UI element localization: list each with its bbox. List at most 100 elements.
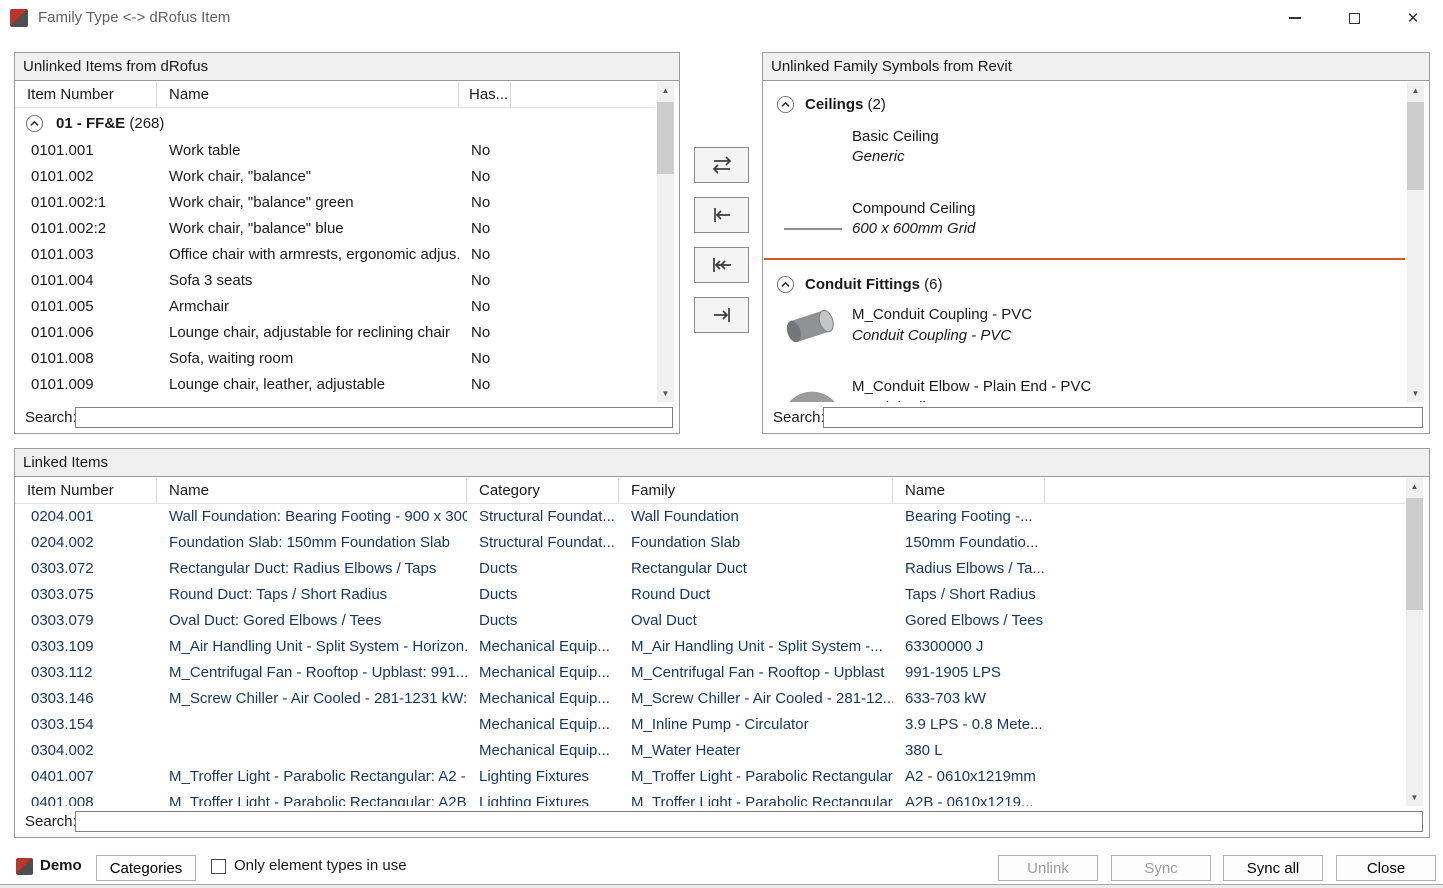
elbow-thumbnail [782,378,840,402]
scroll-up-button[interactable]: ▲ [657,82,674,99]
table-row[interactable]: 0101.001Work tableNo [15,138,655,164]
family-symbol-type: Conduit Elbow - PVC [852,399,993,402]
search-row: Search: [15,403,679,433]
table-row[interactable]: 0401.007M_Troffer Light - Parabolic Rect… [15,764,1405,790]
only-element-types-label[interactable]: Only element types in use [234,848,407,884]
close-button[interactable]: Close [1336,855,1436,881]
table-row[interactable]: 0101.002:2Work chair, "balance" blueNo [15,216,655,242]
cell-has: No [459,294,511,320]
cell-item-number: 0303.079 [27,608,157,634]
table-row[interactable]: 0204.001Wall Foundation: Bearing Footing… [15,504,1405,530]
scroll-thumb[interactable] [1407,102,1424,190]
unlink-button[interactable]: Unlink [998,855,1098,881]
scroll-down-button[interactable]: ▼ [1407,385,1424,402]
column-header-item-number[interactable]: Item Number [27,82,157,107]
cell-family: M_Air Handling Unit - Split System -... [619,634,893,660]
scroll-thumb[interactable] [657,102,674,174]
cell-item-number: 0303.112 [27,660,157,686]
collapse-group-button[interactable] [25,114,44,133]
only-element-types-checkbox[interactable] [211,859,226,874]
table-row[interactable]: 0303.109 M_Air Handling Unit - Split Syst… [15,634,1405,660]
search-input[interactable] [823,407,1423,428]
cell-name: Lounge chair, adjustable for reclining c… [157,320,459,346]
table-row[interactable]: 0101.006Lounge chair, adjustable for rec… [15,320,655,346]
group-row-conduit-fittings[interactable]: Conduit Fittings (6) [776,272,942,296]
cell-name: Work chair, "balance" green [157,190,459,216]
cell-has: No [459,372,511,398]
cell-category: Lighting Fixtures [467,764,619,790]
cell-family: M_Screw Chiller - Air Cooled - 281-12... [619,686,893,712]
cell-item-number: 0303.109 [27,634,157,660]
table-row[interactable]: 0101.003Office chair with armrests, ergo… [15,242,655,268]
cell-family-type: 633-703 kW [893,686,1045,712]
group-count: (2) [868,96,886,113]
vertical-scrollbar[interactable]: ▲ ▼ [657,82,674,402]
cell-family-type: A2B - 0610x1219... [893,790,1045,806]
column-header-item-number[interactable]: Item Number [27,478,157,503]
scroll-up-button[interactable]: ▲ [1407,82,1424,99]
table-row[interactable]: 0101.005ArmchairNo [15,294,655,320]
group-row-ffe[interactable]: 01 - FF&E (268) [15,108,164,138]
search-input[interactable] [75,407,673,428]
table-row[interactable]: 0204.002Foundation Slab: 150mm Foundatio… [15,530,1405,556]
scroll-up-button[interactable]: ▲ [1406,478,1423,495]
maximize-button[interactable] [1331,0,1377,36]
cell-name: Armchair [157,294,459,320]
vertical-scrollbar[interactable]: ▲ ▼ [1406,478,1423,806]
column-header-has[interactable]: Has... [459,82,511,107]
table-row[interactable]: 0303.072Rectangular Duct: Radius Elbows … [15,556,1405,582]
move-all-left-button[interactable] [694,247,749,283]
family-symbol-name[interactable]: Compound Ceiling [852,200,975,217]
search-input[interactable] [75,811,1423,832]
sync-button[interactable]: Sync [1111,855,1211,881]
collapse-group-button[interactable] [776,275,795,294]
minimize-button[interactable] [1272,0,1318,36]
family-symbol-name[interactable]: Basic Ceiling [852,128,939,145]
cell-family: Oval Duct [619,608,893,634]
ceiling-line-thumbnail [784,228,842,230]
swap-link-button[interactable] [694,147,749,183]
table-row[interactable]: 0101.002Work chair, "balance"No [15,164,655,190]
vertical-scrollbar[interactable]: ▲ ▼ [1407,82,1424,402]
table-row[interactable]: 0303.154Mechanical Equip...M_Inline Pump… [15,712,1405,738]
table-row[interactable]: 0101.004Sofa 3 seatsNo [15,268,655,294]
table-row[interactable]: 0304.002Mechanical Equip...M_Water Heate… [15,738,1405,764]
collapse-group-button[interactable] [776,95,795,114]
column-header-family-type-name[interactable]: Name [893,478,1045,503]
column-header-family[interactable]: Family [619,478,893,503]
family-symbol-name[interactable]: M_Conduit Coupling - PVC [852,306,1032,323]
table-row[interactable]: 0303.079Oval Duct: Gored Elbows / TeesDu… [15,608,1405,634]
close-window-button[interactable]: ✕ [1390,0,1436,36]
table-row[interactable]: 0401.008M_Troffer Light - Parabolic Rect… [15,790,1405,806]
unlinked-drofus-panel: Unlinked Items from dRofus Item Number N… [14,52,680,434]
cell-category: Ducts [467,556,619,582]
title-bar[interactable]: Family Type <-> dRofus Item ✕ [0,0,1443,36]
column-header-name[interactable]: Name [157,478,467,503]
cell-name: M_Centrifugal Fan - Rooftop - Upblast: 9… [157,660,467,686]
scroll-thumb[interactable] [1406,498,1423,610]
cell-item-number: 0101.002:2 [27,216,157,242]
cell-item-number: 0101.001 [27,138,157,164]
background-window-edge [0,884,1443,888]
table-row[interactable]: 0303.146M_Screw Chiller - Air Cooled - 2… [15,686,1405,712]
categories-button[interactable]: Categories [96,855,196,881]
family-symbol-name[interactable]: M_Conduit Elbow - Plain End - PVC [852,378,1091,395]
column-header-category[interactable]: Category [467,478,619,503]
move-selected-left-button[interactable] [694,197,749,233]
table-row[interactable]: 0303.075Round Duct: Taps / Short RadiusD… [15,582,1405,608]
table-row[interactable]: 0101.002:1Work chair, "balance" greenNo [15,190,655,216]
linked-items-panel-title: Linked Items [15,449,1429,477]
cell-name: Sofa 3 seats [157,268,459,294]
sync-all-button[interactable]: Sync all [1223,855,1323,881]
scroll-down-button[interactable]: ▼ [1406,789,1423,806]
chevron-up-icon [25,114,44,133]
cell-item-number: 0401.007 [27,764,157,790]
table-row[interactable]: 0101.009Lounge chair, leather, adjustabl… [15,372,655,398]
scroll-down-button[interactable]: ▼ [657,385,674,402]
column-header-name[interactable]: Name [157,82,459,107]
table-row[interactable]: 0303.112M_Centrifugal Fan - Rooftop - Up… [15,660,1405,686]
cell-item-number: 0204.001 [27,504,157,530]
group-row-ceilings[interactable]: Ceilings (2) [776,92,886,116]
table-row[interactable]: 0101.008Sofa, waiting roomNo [15,346,655,372]
move-right-button[interactable] [694,297,749,333]
